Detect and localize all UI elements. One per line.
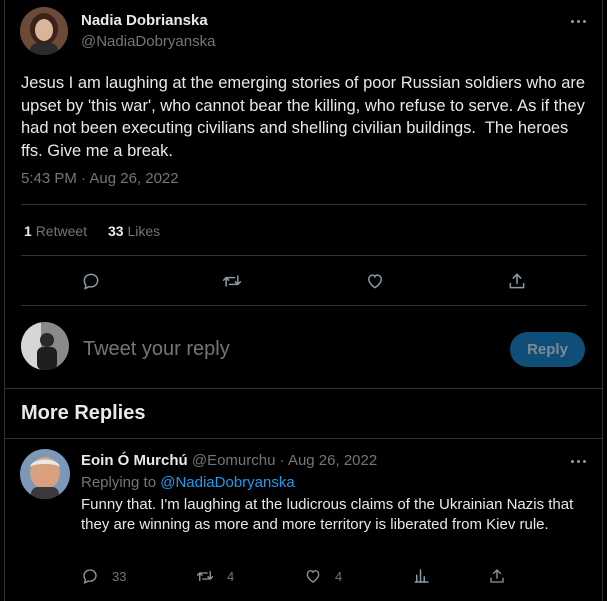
reply-comment-count: 33 [112, 569, 127, 584]
reply-input[interactable]: Tweet your reply [83, 338, 230, 361]
reply-author-avatar[interactable] [20, 449, 70, 499]
reply-text: Funny that. I'm laughing at the ludicrou… [81, 496, 574, 533]
divider [21, 255, 587, 256]
like-icon[interactable] [365, 271, 385, 291]
divider [21, 305, 587, 306]
reply-more-options-icon[interactable] [571, 460, 586, 463]
divider [21, 204, 587, 205]
share-icon[interactable] [507, 271, 527, 291]
like-stats[interactable]: 33 Likes [108, 223, 160, 239]
tweet-text: Jesus I am laughing at the emerging stor… [21, 74, 590, 160]
like-count: 33 [108, 223, 124, 239]
reply-like-count: 4 [335, 569, 343, 584]
retweet-stats[interactable]: 1 Retweet [24, 223, 87, 239]
reply-author-name[interactable]: Eoin Ó Murchú [81, 452, 188, 469]
reply-icon[interactable] [81, 271, 101, 291]
divider [4, 388, 603, 389]
user-avatar[interactable] [21, 322, 69, 370]
author-handle[interactable]: @NadiaDobryanska [81, 33, 215, 50]
retweet-label: Retweet [35, 223, 88, 239]
author-avatar[interactable] [20, 7, 68, 55]
reply-header: Eoin Ó Murchú @Eomurchu · Aug 26, 2022 [81, 452, 377, 469]
reply-comment-icon[interactable] [81, 567, 99, 585]
replying-to: Replying to @NadiaDobryanska [81, 474, 295, 491]
retweet-count: 1 [24, 223, 32, 239]
reply-like-icon[interactable] [304, 567, 322, 585]
retweet-icon[interactable] [221, 271, 243, 291]
reply-retweet-count: 4 [227, 569, 235, 584]
analytics-icon[interactable] [413, 567, 431, 585]
reply-button[interactable]: Reply [510, 332, 585, 367]
replying-to-label: Replying to [81, 474, 157, 491]
reply-author-handle[interactable]: @Eomurchu [192, 452, 276, 469]
reply-share-icon[interactable] [488, 567, 506, 585]
more-options-icon[interactable] [571, 20, 586, 23]
reply-date[interactable]: · Aug 26, 2022 [280, 452, 378, 469]
reply-retweet-icon[interactable] [195, 567, 215, 585]
tweet-timestamp[interactable]: 5:43 PM · Aug 26, 2022 [21, 170, 179, 187]
divider [4, 438, 603, 439]
author-name[interactable]: Nadia Dobrianska [81, 12, 208, 29]
like-label: Likes [127, 223, 161, 239]
more-replies-heading: More Replies [21, 402, 146, 424]
replying-to-handle[interactable]: @NadiaDobryanska [160, 474, 294, 491]
